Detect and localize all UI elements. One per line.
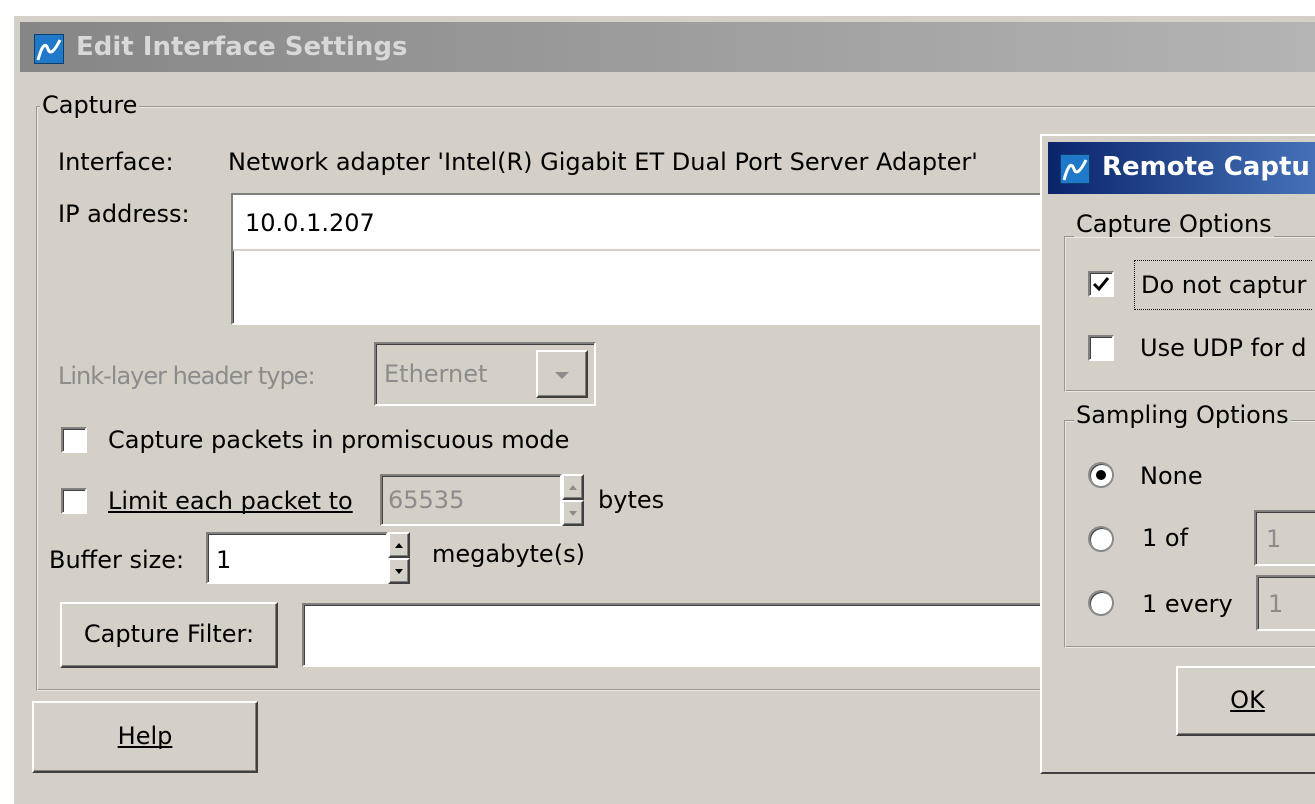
remote-window-titlebar[interactable]: Remote Captu (1048, 142, 1315, 194)
limit-unit-label: bytes (598, 486, 665, 514)
do-not-capture-checkbox[interactable] (1088, 271, 1114, 297)
arrow-up-icon (569, 485, 577, 490)
sampling-one-every-value: 1 (1268, 590, 1284, 618)
remote-window-title: Remote Captu (1102, 152, 1310, 182)
capture-group-legend: Capture (40, 91, 140, 119)
do-not-capture-label[interactable]: Do not captur (1134, 260, 1313, 310)
ok-button-label: OK (1230, 686, 1265, 714)
promiscuous-mode-checkbox[interactable] (61, 427, 87, 453)
remote-capture-window: Remote Captu Capture Options Do not capt… (1040, 134, 1315, 774)
sampling-one-every-input: 1 (1256, 575, 1315, 631)
limit-packet-spinner (562, 474, 584, 526)
ip-address-list[interactable]: 10.0.1.207 (231, 193, 1051, 325)
sampling-none-radio[interactable] (1088, 462, 1114, 488)
ok-button[interactable]: OK (1176, 666, 1315, 736)
buffer-up-button[interactable] (388, 532, 410, 558)
arrow-down-icon (395, 569, 403, 574)
buffer-down-button[interactable] (388, 558, 410, 584)
buffer-size-input[interactable]: 1 (206, 532, 388, 584)
limit-down-button (562, 500, 584, 526)
sampling-one-of-value: 1 (1266, 525, 1282, 553)
promiscuous-mode-label[interactable]: Capture packets in promiscuous mode (108, 426, 569, 454)
limit-packet-checkbox[interactable] (61, 488, 87, 514)
use-udp-label[interactable]: Use UDP for d (1140, 334, 1306, 362)
buffer-size-label: Buffer size: (49, 546, 185, 574)
limit-packet-value: 65535 (388, 486, 465, 514)
link-layer-dropdown-button (536, 350, 588, 398)
sampling-one-every-radio[interactable] (1088, 590, 1114, 616)
buffer-size-spinner[interactable] (388, 532, 410, 584)
capture-filter-button-label: Capture Filter: (83, 620, 255, 648)
link-layer-select: Ethernet (374, 342, 596, 406)
sampling-one-of-label[interactable]: 1 of (1142, 524, 1188, 552)
arrow-down-icon (569, 511, 577, 516)
arrow-up-icon (395, 543, 403, 548)
sampling-options-legend: Sampling Options (1074, 401, 1291, 429)
use-udp-checkbox[interactable] (1088, 335, 1114, 361)
ip-address-label: IP address: (58, 200, 190, 228)
limit-packet-input: 65535 (380, 474, 562, 526)
ip-list-divider (233, 249, 1049, 251)
link-layer-label: Link-layer header type: (58, 362, 316, 390)
sampling-one-of-input: 1 (1254, 510, 1315, 566)
wireshark-app-icon (1060, 154, 1090, 184)
wireshark-app-icon (34, 34, 64, 64)
edit-window-titlebar[interactable]: Edit Interface Settings (20, 22, 1315, 72)
sampling-none-label[interactable]: None (1140, 462, 1203, 490)
link-layer-value: Ethernet (384, 360, 488, 388)
capture-filter-button[interactable]: Capture Filter: (60, 602, 278, 668)
sampling-one-of-radio[interactable] (1088, 526, 1114, 552)
ip-address-value[interactable]: 10.0.1.207 (233, 195, 1049, 249)
edit-window-title: Edit Interface Settings (76, 32, 408, 62)
chevron-down-icon (555, 372, 569, 379)
limit-up-button (562, 474, 584, 500)
buffer-size-value[interactable]: 1 (216, 546, 231, 574)
capture-options-legend: Capture Options (1074, 210, 1274, 238)
help-button-label: Help (117, 722, 173, 750)
limit-packet-label[interactable]: Limit each packet to (108, 487, 353, 515)
radio-selected-dot (1096, 470, 1106, 480)
interface-label: Interface: (58, 148, 174, 176)
checkmark-icon (1092, 277, 1110, 292)
buffer-unit-label: megabyte(s) (432, 540, 585, 568)
sampling-one-every-label[interactable]: 1 every (1142, 590, 1233, 618)
interface-value: Network adapter 'Intel(R) Gigabit ET Dua… (228, 148, 978, 176)
capture-filter-input[interactable] (302, 603, 1062, 667)
help-button[interactable]: Help (32, 701, 258, 773)
